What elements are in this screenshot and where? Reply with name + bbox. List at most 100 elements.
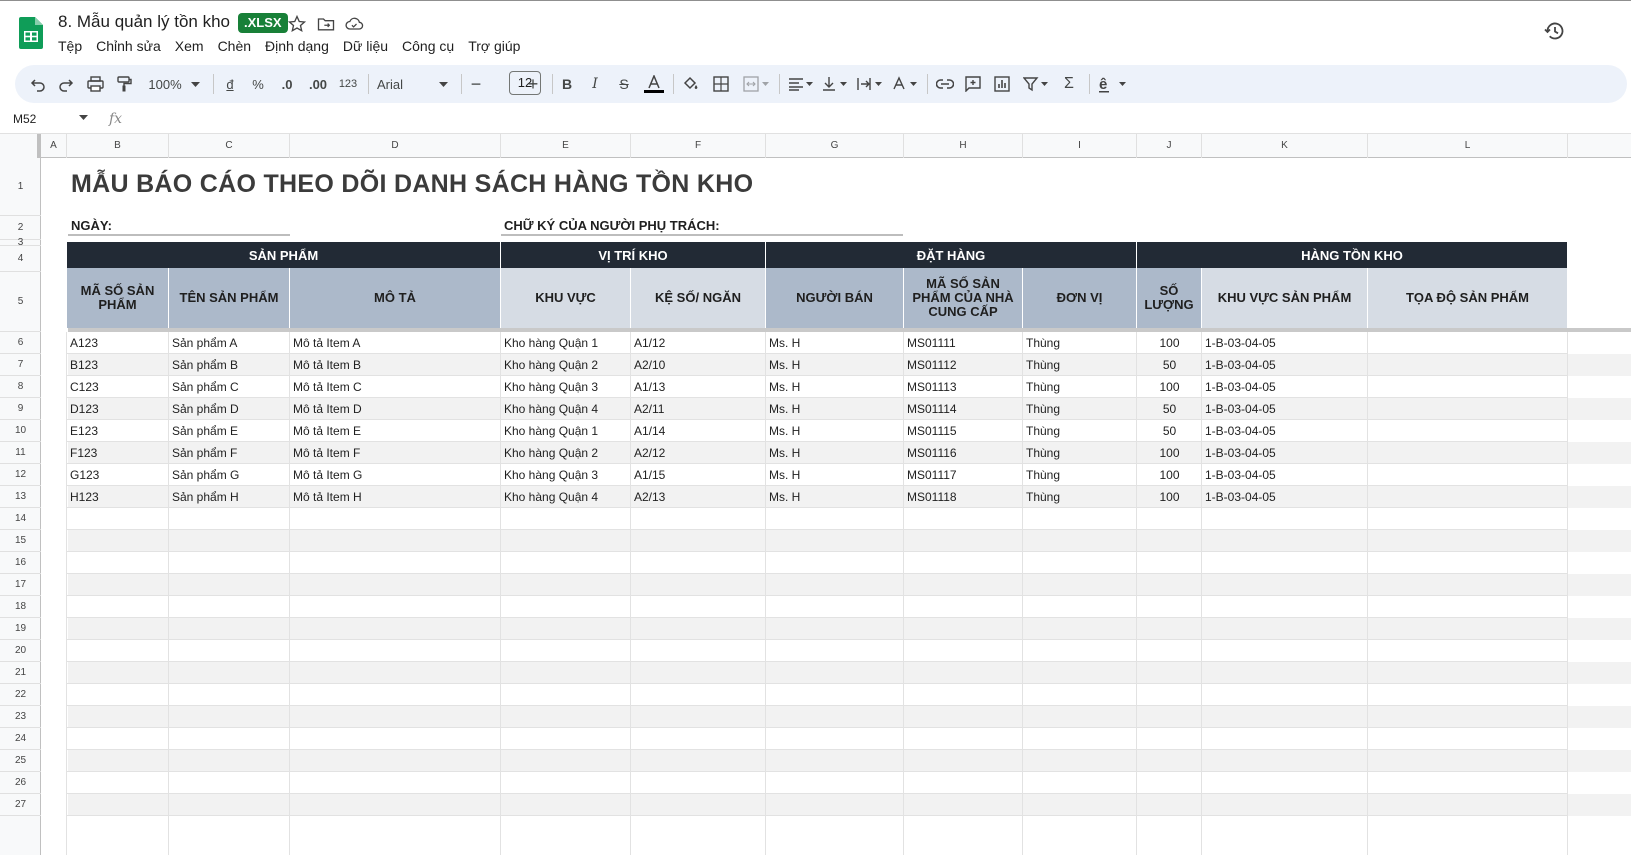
font-dropdown-icon[interactable] [437, 65, 449, 103]
zoom-dropdown-icon[interactable] [189, 65, 201, 103]
column-header-l[interactable]: L [1368, 134, 1568, 158]
cell-h11[interactable]: MS01116 [904, 442, 1023, 464]
column-title-5[interactable]: KỆ SỐ/ NGĂN [631, 268, 766, 328]
zoom-select[interactable]: 100% [145, 65, 185, 103]
version-history-icon[interactable] [1543, 19, 1567, 43]
menu-edit[interactable]: Chỉnh sửa [89, 38, 168, 54]
row-header-5[interactable]: 5 [0, 272, 41, 332]
cell-h13[interactable]: MS01118 [904, 486, 1023, 508]
cell-g8[interactable]: Ms. H [766, 376, 904, 398]
menu-view[interactable]: Xem [168, 38, 211, 54]
cell-j7[interactable]: 50 [1137, 354, 1202, 376]
row-header-25[interactable]: 25 [0, 750, 41, 772]
cell-d10[interactable]: Mô tả Item E [290, 420, 501, 442]
row-header-22[interactable]: 22 [0, 684, 41, 706]
row-header-15[interactable]: 15 [0, 530, 41, 552]
cell-i11[interactable]: Thùng [1023, 442, 1137, 464]
paint-format-icon[interactable] [113, 65, 135, 103]
cell-g12[interactable]: Ms. H [766, 464, 904, 486]
column-header-h[interactable]: H [904, 134, 1023, 158]
row-header-11[interactable]: 11 [0, 442, 41, 464]
decrease-font-size-icon[interactable]: − [467, 65, 485, 103]
column-header-a[interactable]: A [41, 134, 67, 158]
cell-d9[interactable]: Mô tả Item D [290, 398, 501, 420]
cell-e6[interactable]: Kho hàng Quận 1 [501, 332, 631, 354]
undo-icon[interactable] [27, 65, 49, 103]
cell-b7[interactable]: B123 [67, 354, 169, 376]
column-header-c[interactable]: C [169, 134, 290, 158]
cell-h8[interactable]: MS01113 [904, 376, 1023, 398]
row-header-27[interactable]: 27 [0, 794, 41, 816]
menu-file[interactable]: Tệp [58, 38, 89, 54]
column-title-7[interactable]: MÃ SỐ SẢN PHẨM CỦA NHÀ CUNG CẤP [904, 268, 1023, 328]
cell-g6[interactable]: Ms. H [766, 332, 904, 354]
increase-decimal-button[interactable]: .00 [305, 65, 331, 103]
insert-comment-icon[interactable] [963, 65, 983, 103]
cell-c10[interactable]: Sản phẩm E [169, 420, 290, 442]
cell-l13[interactable] [1368, 486, 1568, 508]
row-header-20[interactable]: 20 [0, 640, 41, 662]
number-format-button[interactable]: 123 [336, 65, 360, 103]
cell-l9[interactable] [1368, 398, 1568, 420]
date-label[interactable]: NGÀY: [71, 218, 112, 233]
cell-k7[interactable]: 1-B-03-04-05 [1202, 354, 1368, 376]
cell-l6[interactable] [1368, 332, 1568, 354]
star-icon[interactable] [287, 14, 307, 34]
column-title-3[interactable]: MÔ TẢ [290, 268, 501, 328]
column-header-d[interactable]: D [290, 134, 501, 158]
currency-format-button[interactable]: đ [221, 65, 239, 103]
insert-link-icon[interactable] [935, 65, 955, 103]
cell-k12[interactable]: 1-B-03-04-05 [1202, 464, 1368, 486]
cell-k13[interactable]: 1-B-03-04-05 [1202, 486, 1368, 508]
cell-e9[interactable]: Kho hàng Quận 4 [501, 398, 631, 420]
column-title-6[interactable]: NGƯỜI BÁN [766, 268, 904, 328]
group-header-san-pham[interactable]: SẢN PHẨM [67, 242, 501, 268]
menu-tools[interactable]: Công cụ [395, 38, 461, 54]
cell-h10[interactable]: MS01115 [904, 420, 1023, 442]
merge-cells-icon[interactable] [741, 65, 771, 103]
signature-label[interactable]: CHỮ KÝ CỦA NGƯỜI PHỤ TRÁCH: [504, 218, 720, 233]
row-header-13[interactable]: 13 [0, 486, 41, 508]
group-header-hang-ton-kho[interactable]: HÀNG TỒN KHO [1137, 242, 1568, 268]
cell-b12[interactable]: G123 [67, 464, 169, 486]
cell-k11[interactable]: 1-B-03-04-05 [1202, 442, 1368, 464]
cell-b9[interactable]: D123 [67, 398, 169, 420]
text-wrap-icon[interactable] [856, 65, 884, 103]
text-rotation-icon[interactable] [891, 65, 919, 103]
cell-j10[interactable]: 50 [1137, 420, 1202, 442]
cell-i13[interactable]: Thùng [1023, 486, 1137, 508]
cell-g7[interactable]: Ms. H [766, 354, 904, 376]
cell-f9[interactable]: A2/11 [631, 398, 766, 420]
cell-area[interactable]: MẪU BÁO CÁO THEO DÕI DANH SÁCH HÀNG TỒN … [41, 158, 1631, 855]
cell-k10[interactable]: 1-B-03-04-05 [1202, 420, 1368, 442]
font-family-select[interactable]: Arial [377, 65, 437, 103]
cell-j13[interactable]: 100 [1137, 486, 1202, 508]
menu-data[interactable]: Dữ liệu [336, 38, 395, 54]
fill-color-icon[interactable] [681, 65, 701, 103]
horizontal-align-icon[interactable] [787, 65, 815, 103]
spreadsheet-grid[interactable]: ABCDEFGHIJKL 1 2 3 4 5 6 7 8 9 10 11 12 13 14 15 16 17 18… [0, 134, 1631, 855]
cell-f8[interactable]: A1/13 [631, 376, 766, 398]
cell-g11[interactable]: Ms. H [766, 442, 904, 464]
row-header-18[interactable]: 18 [0, 596, 41, 618]
cell-k9[interactable]: 1-B-03-04-05 [1202, 398, 1368, 420]
cell-b10[interactable]: E123 [67, 420, 169, 442]
row-header-26[interactable]: 26 [0, 772, 41, 794]
cell-g10[interactable]: Ms. H [766, 420, 904, 442]
vertical-align-icon[interactable] [821, 65, 849, 103]
column-title-10[interactable]: KHU VỰC SẢN PHẨM [1202, 268, 1368, 328]
column-title-1[interactable]: MÃ SỐ SẢN PHẨM [67, 268, 169, 328]
print-icon[interactable] [84, 65, 106, 103]
cell-k6[interactable]: 1-B-03-04-05 [1202, 332, 1368, 354]
select-all-corner[interactable] [0, 134, 41, 158]
column-header-k[interactable]: K [1202, 134, 1368, 158]
cell-h7[interactable]: MS01112 [904, 354, 1023, 376]
redo-icon[interactable] [55, 65, 77, 103]
row-header-17[interactable]: 17 [0, 574, 41, 596]
menu-format[interactable]: Định dạng [258, 38, 336, 54]
cell-d11[interactable]: Mô tả Item F [290, 442, 501, 464]
cell-c7[interactable]: Sản phẩm B [169, 354, 290, 376]
column-header-e[interactable]: E [501, 134, 631, 158]
menu-insert[interactable]: Chèn [211, 38, 258, 54]
row-header-19[interactable]: 19 [0, 618, 41, 640]
